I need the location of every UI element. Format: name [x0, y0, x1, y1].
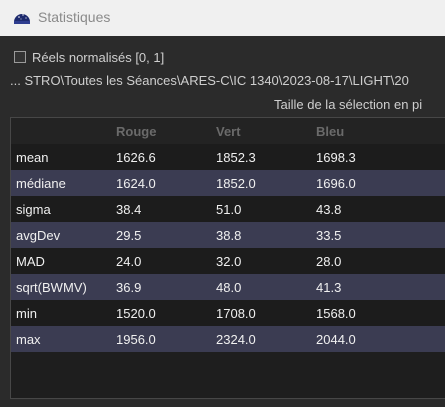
cell-bleu: 41.3 — [316, 280, 342, 295]
cell-vert: 1852.3 — [216, 150, 256, 165]
table-row[interactable]: min 1520.0 1708.0 1568.0 — [11, 300, 445, 326]
cell-vert: 2324.0 — [216, 332, 256, 347]
cell-bleu: 33.5 — [316, 228, 342, 243]
row-label: max — [16, 332, 41, 347]
cell-bleu: 28.0 — [316, 254, 342, 269]
table-row[interactable]: sqrt(BWMV) 36.9 48.0 41.3 — [11, 274, 445, 300]
cell-vert: 51.0 — [216, 202, 242, 217]
cell-vert: 48.0 — [216, 280, 242, 295]
cell-rouge: 24.0 — [116, 254, 142, 269]
cell-vert: 38.8 — [216, 228, 242, 243]
sky-app-icon — [14, 14, 30, 24]
row-label: mean — [16, 150, 49, 165]
table-row[interactable]: max 1956.0 2324.0 2044.0 — [11, 326, 445, 352]
cell-bleu: 1568.0 — [316, 306, 356, 321]
cell-bleu: 1696.0 — [316, 176, 356, 191]
cell-rouge: 1956.0 — [116, 332, 156, 347]
table-row[interactable]: avgDev 29.5 38.8 33.5 — [11, 222, 445, 248]
cell-vert: 1708.0 — [216, 306, 256, 321]
column-header-vert[interactable]: Vert — [216, 124, 241, 139]
table-header: Rouge Vert Bleu — [11, 118, 445, 144]
cell-rouge: 1520.0 — [116, 306, 156, 321]
row-label: min — [16, 306, 37, 321]
window-title: Statistiques — [38, 9, 111, 25]
row-label: sigma — [16, 202, 51, 217]
cell-rouge: 38.4 — [116, 202, 142, 217]
cell-bleu: 1698.3 — [316, 150, 356, 165]
column-header-rouge[interactable]: Rouge — [116, 124, 156, 139]
title-bar[interactable]: Statistiques — [0, 0, 445, 36]
cell-bleu: 43.8 — [316, 202, 342, 217]
dialog-body: Réels normalisés [0, 1] ... STRO\Toutes … — [0, 36, 445, 407]
statistics-table: Rouge Vert Bleu mean 1626.6 1852.3 1698.… — [10, 117, 445, 399]
row-label: sqrt(BWMV) — [16, 280, 87, 295]
row-label: médiane — [16, 176, 66, 191]
row-label: avgDev — [16, 228, 61, 243]
table-row[interactable]: sigma 38.4 51.0 43.8 — [11, 196, 445, 222]
normalized-checkbox[interactable] — [14, 51, 26, 63]
cell-vert: 32.0 — [216, 254, 242, 269]
cell-rouge: 29.5 — [116, 228, 142, 243]
cell-rouge: 1624.0 — [116, 176, 156, 191]
table-row[interactable]: MAD 24.0 32.0 28.0 — [11, 248, 445, 274]
table-row[interactable]: médiane 1624.0 1852.0 1696.0 — [11, 170, 445, 196]
file-path: ... STRO\Toutes les Séances\ARES-C\IC 13… — [10, 73, 409, 88]
row-label: MAD — [16, 254, 45, 269]
cell-vert: 1852.0 — [216, 176, 256, 191]
cell-rouge: 1626.6 — [116, 150, 156, 165]
column-header-bleu[interactable]: Bleu — [316, 124, 344, 139]
cell-bleu: 2044.0 — [316, 332, 356, 347]
normalized-checkbox-label: Réels normalisés [0, 1] — [32, 49, 165, 65]
normalized-option[interactable]: Réels normalisés [0, 1] — [14, 49, 164, 65]
table-row[interactable]: mean 1626.6 1852.3 1698.3 — [11, 144, 445, 170]
selection-size-label: Taille de la sélection en pi — [274, 97, 423, 112]
cell-rouge: 36.9 — [116, 280, 142, 295]
